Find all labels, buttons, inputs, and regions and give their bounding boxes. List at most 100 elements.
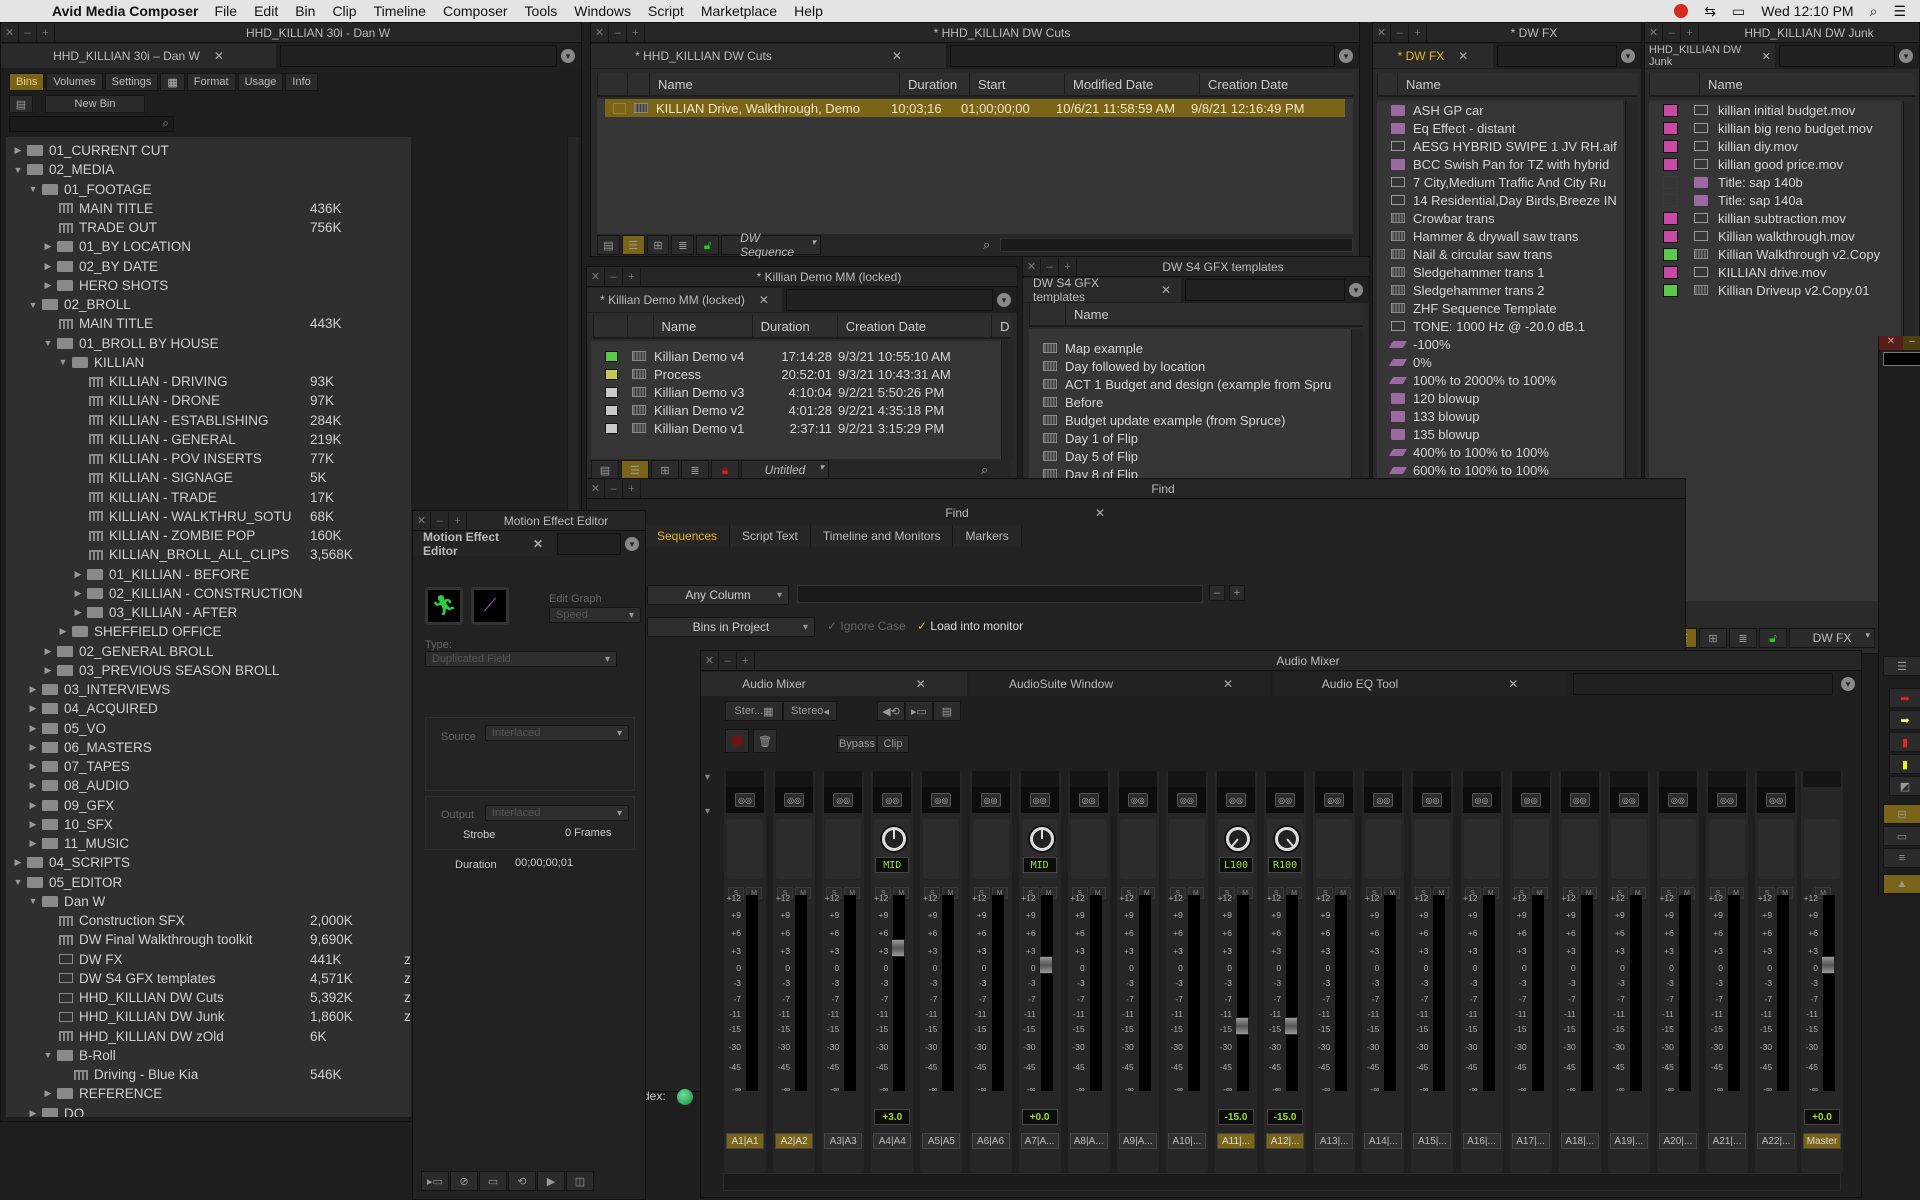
disclosure-closed-icon[interactable]: ▶ xyxy=(27,819,39,830)
folder-item[interactable]: ▼ B-Roll xyxy=(6,1046,411,1065)
bin-item[interactable]: KILLIAN - DRIVING 93K xyxy=(6,372,411,391)
col-d[interactable]: D xyxy=(991,315,1011,337)
clip-row[interactable]: killian initial budget.mov xyxy=(1649,101,1901,119)
track-select-button[interactable]: Master xyxy=(1803,1133,1841,1149)
disclosure-open-icon[interactable]: ▼ xyxy=(42,1050,54,1060)
col-name[interactable]: Name xyxy=(652,315,752,337)
bin-item[interactable]: MAIN TITLE 443K xyxy=(6,314,411,333)
folder-item[interactable]: ▶ 11_MUSIC xyxy=(6,834,411,853)
volume-fader[interactable] xyxy=(891,939,906,957)
clip-row[interactable]: killian big reno budget.mov xyxy=(1649,119,1901,137)
clip-button[interactable]: Clip xyxy=(877,735,909,753)
track-select-button[interactable]: A17|... xyxy=(1511,1133,1550,1149)
source-monitor-icon[interactable]: ▭ xyxy=(1883,826,1920,846)
search-icon[interactable]: ⌕ xyxy=(983,237,990,253)
disclosure-closed-icon[interactable]: ▶ xyxy=(27,1108,39,1118)
pan-value[interactable]: MID xyxy=(1022,857,1057,873)
minimize-window-button[interactable]: – xyxy=(1041,257,1059,276)
disclosure-open-icon[interactable]: ▼ xyxy=(57,357,69,367)
disclosure-open-icon[interactable]: ▼ xyxy=(27,184,39,194)
track-select-button[interactable]: A7|A... xyxy=(1020,1133,1059,1149)
folder-item[interactable]: ▶ 02_GENERAL BROLL xyxy=(6,642,411,661)
new-bin-button[interactable]: New Bin xyxy=(45,95,145,113)
minimize-window-button[interactable]: – xyxy=(19,23,37,42)
folder-item[interactable]: ▶ 09_GFX xyxy=(6,796,411,815)
fx-row[interactable]: Eq Effect - distant xyxy=(1377,119,1623,137)
sequence-row[interactable]: Before xyxy=(1029,393,1351,411)
track-select-button[interactable]: A9|A... xyxy=(1118,1133,1157,1149)
scope-select[interactable]: Bins in Project xyxy=(647,617,815,637)
disclosure-closed-icon[interactable]: ▶ xyxy=(72,588,84,599)
disclosure-open-icon[interactable]: ▼ xyxy=(12,877,24,887)
sequence-row[interactable]: Day followed by location xyxy=(1029,357,1351,375)
pan-value[interactable]: MID xyxy=(875,857,910,873)
close-tab-icon[interactable]: ✕ xyxy=(759,293,769,307)
minimize-window-button[interactable]: – xyxy=(431,511,449,530)
menu-edit[interactable]: Edit xyxy=(254,3,278,19)
close-window-button[interactable]: ✕ xyxy=(591,23,609,42)
overwrite-arrow-icon[interactable]: ➡ xyxy=(1889,688,1920,708)
folder-item[interactable]: ▶ 01_BY LOCATION xyxy=(6,237,411,256)
fx-row[interactable]: 14 Residential,Day Birds,Breeze IN xyxy=(1377,191,1623,209)
sequence-row[interactable]: Day 5 of Flip xyxy=(1029,447,1351,465)
col-name[interactable]: Name xyxy=(1699,73,1743,95)
spotlight-search-icon[interactable]: ⌕ xyxy=(1870,3,1878,20)
disclosure-closed-icon[interactable]: ▶ xyxy=(42,280,54,291)
link-button[interactable]: ◎◎ xyxy=(1658,787,1697,813)
fx-row[interactable]: Nail & circular saw trans xyxy=(1377,245,1623,263)
disclosure-closed-icon[interactable]: ▶ xyxy=(72,607,84,618)
fx-row[interactable]: ZHF Sequence Template xyxy=(1377,299,1623,317)
fx-row[interactable]: ASH GP car xyxy=(1377,101,1623,119)
pan-knob[interactable] xyxy=(1029,827,1054,851)
record-button[interactable] xyxy=(725,729,749,753)
track-select-button[interactable]: A14|... xyxy=(1364,1133,1403,1149)
close-tab-icon[interactable]: ✕ xyxy=(892,49,902,63)
project-tab-settings[interactable]: Settings xyxy=(104,73,159,91)
bin-view-toggle-button[interactable]: ▤ xyxy=(9,95,33,113)
disclosure-open-icon[interactable]: ▼ xyxy=(12,165,24,175)
col-name[interactable]: Name xyxy=(1397,73,1441,95)
cuts-tab[interactable]: * HHD_KILLIAN DW Cuts ✕ xyxy=(591,44,946,68)
link-button[interactable]: ◎◎ xyxy=(1020,787,1059,813)
remove-criteria-button[interactable]: – xyxy=(1209,585,1225,601)
clip-row[interactable]: Killian Walkthrough v2.Copy xyxy=(1649,245,1901,263)
zoom-window-button[interactable]: + xyxy=(449,511,467,530)
folder-item[interactable]: ▼ 02_MEDIA xyxy=(6,160,411,179)
clip-row[interactable]: killian diy.mov xyxy=(1649,137,1901,155)
extract-icon[interactable]: ▮ xyxy=(1889,754,1920,774)
mixer-mode-button[interactable]: Ster... ▦ xyxy=(725,701,783,721)
disclosure-open-icon[interactable]: ▼ xyxy=(27,300,39,310)
fx-row[interactable]: 7 City,Medium Traffic And City Ru xyxy=(1377,173,1623,191)
bin-item[interactable]: HHD_KILLIAN DW Junk 1,860K z xyxy=(6,1007,411,1026)
sequence-row[interactable]: Killian Demo v4 17:14:28 9/3/21 10:55:10 A… xyxy=(591,347,1001,365)
sequence-row[interactable]: Killian Demo v2 4:01:28 9/2/21 4:35:18 PM xyxy=(591,401,1001,419)
stereo-mode-button[interactable]: Stereo ◂ xyxy=(783,701,837,721)
folder-item[interactable]: ▶ 01_KILLIAN - BEFORE xyxy=(6,565,411,584)
disclosure-open-icon[interactable]: ▼ xyxy=(42,338,54,348)
disclosure-closed-icon[interactable]: ▶ xyxy=(27,703,39,714)
horizontal-scrollbar[interactable] xyxy=(1000,238,1353,252)
sequence-row[interactable]: Killian Demo v1 2:37:11 9/2/21 3:15:29 PM xyxy=(591,419,1001,437)
zoom-window-button[interactable]: + xyxy=(737,651,755,670)
pan-knob[interactable] xyxy=(1221,822,1255,856)
pan-knob[interactable] xyxy=(1270,822,1304,856)
folder-item[interactable]: ▶ 06_MASTERS xyxy=(6,738,411,757)
folder-item[interactable]: ▶ 03_KILLIAN - AFTER xyxy=(6,603,411,622)
disclosure-closed-icon[interactable]: ▶ xyxy=(42,1088,54,1099)
bypass-button[interactable]: Bypass xyxy=(837,735,877,753)
pan-knob[interactable] xyxy=(882,827,907,851)
recording-status-icon[interactable] xyxy=(1674,4,1689,18)
clip-row[interactable]: Title: sap 140a xyxy=(1649,191,1901,209)
close-window-button[interactable]: ✕ xyxy=(1373,23,1391,42)
bin-item[interactable]: KILLIAN - ESTABLISHING 284K xyxy=(6,411,411,430)
close-window-button[interactable]: ✕ xyxy=(1645,23,1663,42)
close-tab-icon[interactable]: ✕ xyxy=(1161,283,1171,297)
fx-row[interactable]: 400% to 100% to 100% xyxy=(1377,443,1623,461)
project-search-input[interactable]: ⌕ xyxy=(9,116,174,132)
disclosure-closed-icon[interactable]: ▶ xyxy=(42,646,54,657)
disclosure-closed-icon[interactable]: ▶ xyxy=(42,241,54,252)
close-tab-icon[interactable]: ✕ xyxy=(1508,677,1518,691)
strobe-value[interactable]: 0 Frames xyxy=(565,827,611,839)
ignore-case-checkbox[interactable]: ✓ Ignore Case xyxy=(827,619,906,633)
tab-menu-icon[interactable]: ▾ xyxy=(1621,49,1635,63)
